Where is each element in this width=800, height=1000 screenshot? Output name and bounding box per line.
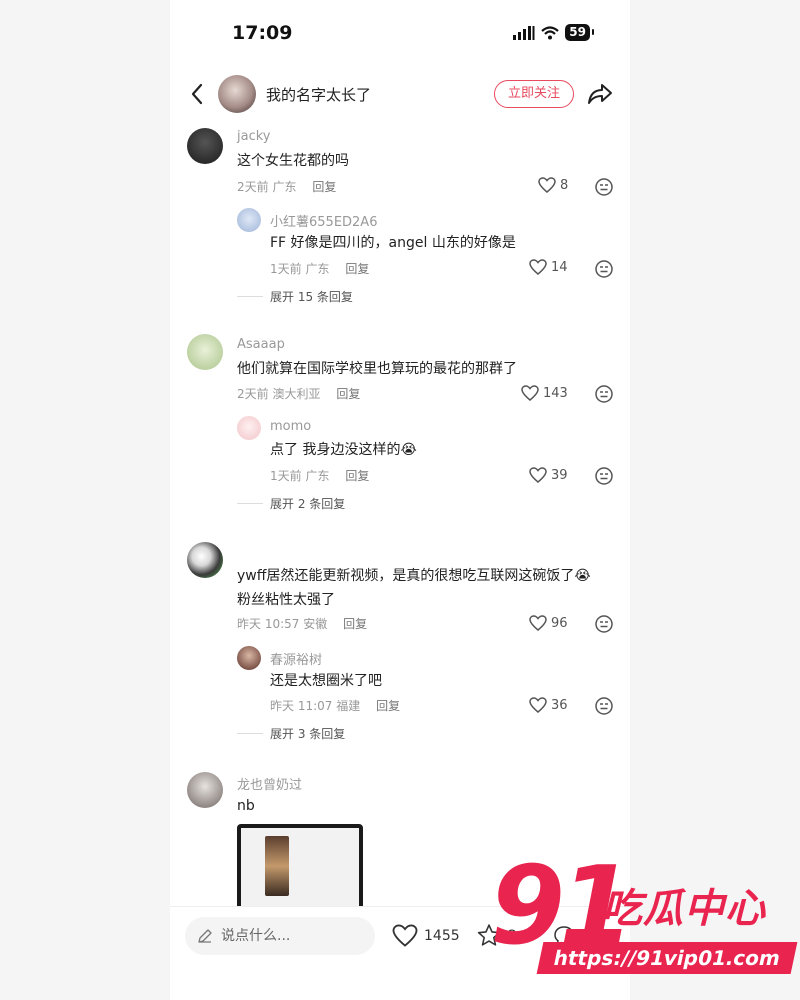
post-like-count: 1455 <box>424 927 460 944</box>
like-button[interactable]: 143 <box>521 385 568 401</box>
like-button[interactable]: 8 <box>538 177 568 193</box>
like-button[interactable]: 36 <box>529 697 568 713</box>
emoji-reaction-icon[interactable] <box>594 177 614 197</box>
comment-text: 粉丝粘性太强了 <box>237 592 335 608</box>
reply-time: 昨天 11:07 <box>270 699 333 713</box>
reply-text: 还是太想圈米了吧 <box>270 673 382 689</box>
comment-text: ywff居然还能更新视频，是真的很想吃互联网这碗饭了😭 <box>237 568 591 584</box>
reply-button[interactable]: 回复 <box>336 387 360 401</box>
reply-meta: 昨天 11:07 福建 回复 <box>270 697 400 714</box>
share-icon[interactable] <box>586 81 614 107</box>
like-count: 143 <box>543 385 568 401</box>
comment-text: 他们就算在国际学校里也算玩的最花的那群了 <box>237 361 517 377</box>
heart-icon <box>529 615 547 631</box>
expand-replies-button[interactable]: 展开 15 条回复 <box>270 288 353 305</box>
signal-icon <box>513 25 535 40</box>
comment-location: 广东 <box>272 180 297 194</box>
image-video-frame <box>265 836 289 896</box>
comment-input-placeholder: 说点什么... <box>221 928 291 944</box>
reply-location: 广东 <box>305 262 330 276</box>
reply-location: 广东 <box>305 469 330 483</box>
reply-button[interactable]: 回复 <box>345 469 369 483</box>
like-count: 14 <box>551 259 568 275</box>
comment-image[interactable] <box>237 824 363 914</box>
comment-username[interactable]: 龙也曾奶过 <box>237 774 302 793</box>
avatar[interactable] <box>187 334 223 370</box>
comment-time: 2天前 <box>237 387 269 401</box>
reply-time: 1天前 <box>270 469 302 483</box>
pencil-icon <box>198 929 212 943</box>
heart-icon <box>521 385 539 401</box>
comment-input[interactable]: 说点什么... <box>185 917 375 955</box>
reply-time: 1天前 <box>270 262 302 276</box>
watermark-name: 吃瓜中心 <box>602 886 766 932</box>
reply-avatar[interactable] <box>237 646 261 670</box>
watermark-url: https://91vip01.com <box>536 942 798 974</box>
reply-button[interactable]: 回复 <box>376 699 400 713</box>
like-button[interactable]: 14 <box>529 259 568 275</box>
reply-meta: 1天前 广东 回复 <box>270 467 369 484</box>
reply-username[interactable]: momo <box>270 419 311 434</box>
like-button[interactable]: 39 <box>529 467 568 483</box>
like-count: 96 <box>551 615 568 631</box>
avatar[interactable] <box>187 542 223 578</box>
comment-text: 这个女生花都的吗 <box>237 153 349 169</box>
like-count: 39 <box>551 467 568 483</box>
comment-time: 2天前 <box>237 180 269 194</box>
battery-icon: 59 <box>565 24 594 41</box>
avatar[interactable] <box>187 128 223 164</box>
comment-time: 昨天 10:57 <box>237 617 300 631</box>
emoji-reaction-icon[interactable] <box>594 259 614 279</box>
reply-username[interactable]: 春源裕树 <box>270 649 322 668</box>
expand-divider <box>237 503 263 504</box>
image-background <box>241 828 359 914</box>
site-watermark: 91 吃瓜中心 https://91vip01.com <box>480 852 800 986</box>
reply-avatar[interactable] <box>237 208 261 232</box>
avatar[interactable] <box>187 772 223 808</box>
status-bar: 17:09 59 <box>170 0 630 64</box>
reply-avatar[interactable] <box>237 416 261 440</box>
emoji-reaction-icon[interactable] <box>594 696 614 716</box>
reply-username[interactable]: 小红薯655ED2A6 <box>270 211 377 230</box>
reply-location: 福建 <box>336 699 361 713</box>
comment-username[interactable]: Asaaap <box>237 337 285 352</box>
post-like-button[interactable]: 1455 <box>392 924 460 947</box>
like-count: 36 <box>551 697 568 713</box>
reply-meta: 1天前 广东 回复 <box>270 260 369 277</box>
follow-button[interactable]: 立即关注 <box>494 80 574 108</box>
comment-username[interactable]: jacky <box>237 129 270 144</box>
comment-meta: 2天前 澳大利亚 回复 <box>237 385 360 402</box>
like-button[interactable]: 96 <box>529 615 568 631</box>
wifi-icon <box>541 25 560 39</box>
heart-icon <box>529 697 547 713</box>
comment-meta: 2天前 广东 回复 <box>237 178 336 195</box>
author-name[interactable]: 我的名字太长了 <box>266 84 371 105</box>
comment-text: nb <box>237 798 255 814</box>
reply-button[interactable]: 回复 <box>343 617 367 631</box>
status-icons: 59 <box>513 24 594 41</box>
reply-button[interactable]: 回复 <box>312 180 336 194</box>
reply-button[interactable]: 回复 <box>345 262 369 276</box>
emoji-reaction-icon[interactable] <box>594 466 614 486</box>
comment-location: 澳大利亚 <box>272 387 321 401</box>
heart-icon <box>392 924 418 947</box>
comment-meta: 昨天 10:57 安徽 回复 <box>237 615 367 632</box>
emoji-reaction-icon[interactable] <box>594 384 614 404</box>
emoji-reaction-icon[interactable] <box>594 614 614 634</box>
comment-location: 安徽 <box>303 617 328 631</box>
expand-divider <box>237 733 263 734</box>
back-arrow-icon[interactable] <box>186 80 210 108</box>
author-avatar[interactable] <box>218 75 256 113</box>
status-time: 17:09 <box>232 22 293 44</box>
post-header: 我的名字太长了 立即关注 <box>170 70 630 118</box>
expand-divider <box>237 296 263 297</box>
heart-icon <box>538 177 556 193</box>
heart-icon <box>529 259 547 275</box>
expand-replies-button[interactable]: 展开 3 条回复 <box>270 725 345 742</box>
reply-text: 点了 我身边没这样的😭 <box>270 442 417 458</box>
heart-icon <box>529 467 547 483</box>
reply-text: FF 好像是四川的，angel 山东的好像是 <box>270 235 516 251</box>
like-count: 8 <box>560 177 569 193</box>
expand-replies-button[interactable]: 展开 2 条回复 <box>270 495 345 512</box>
